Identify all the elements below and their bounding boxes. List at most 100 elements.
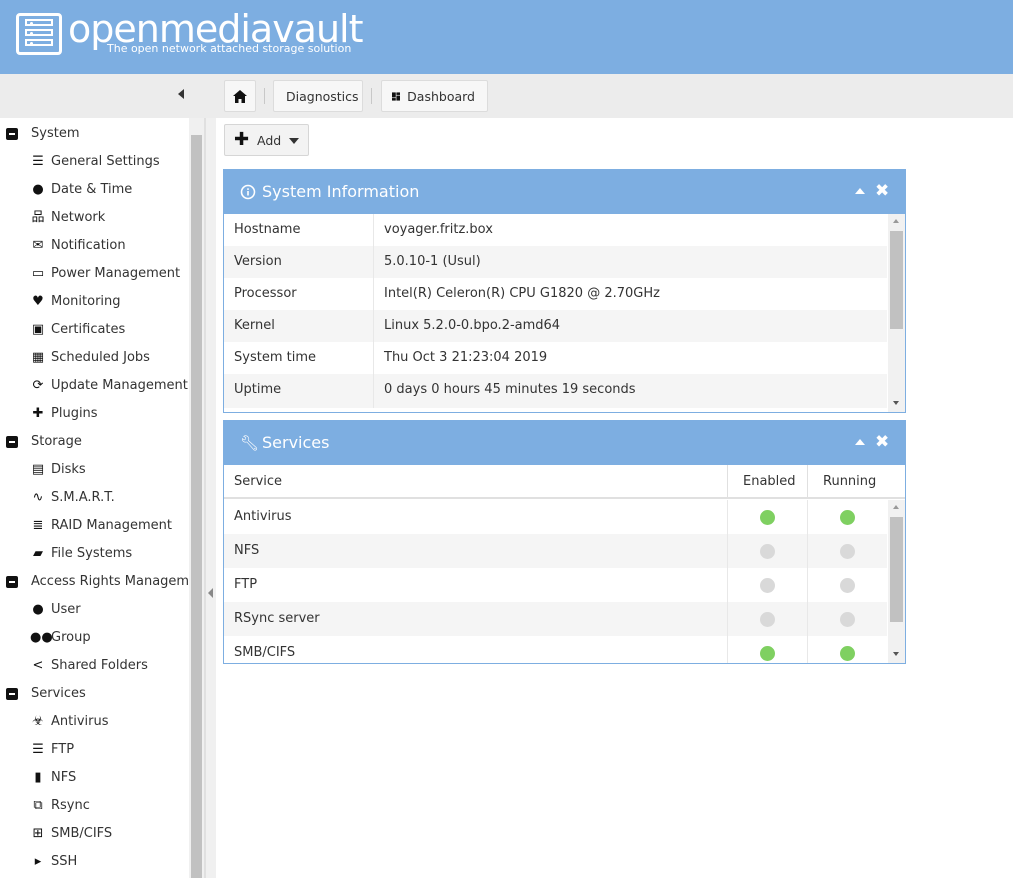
close-icon[interactable]: ✖ xyxy=(875,432,889,452)
table-row: Antivirus xyxy=(224,500,887,534)
plus-icon: ✚ xyxy=(234,129,250,150)
add-button-label: Add xyxy=(257,133,282,148)
enabled-status-dot xyxy=(760,612,775,627)
calendar-clock-icon: ▦ xyxy=(31,350,45,365)
scroll-up-icon[interactable] xyxy=(893,505,899,509)
sidebar-item-label: User xyxy=(51,602,81,617)
dashboard-icon xyxy=(392,91,401,101)
collapse-group-icon xyxy=(6,576,18,588)
sidebar-item-certificates[interactable]: ▣ Certificates xyxy=(0,316,189,344)
scrollbar-thumb[interactable] xyxy=(890,517,903,622)
nav-group-system[interactable]: System xyxy=(0,120,189,148)
sidebar-item-label: Rsync xyxy=(51,798,90,813)
services-widget: 🔧︎ Services ✖ Service Enabled Running An… xyxy=(223,420,906,664)
sidebar-item-label: Shared Folders xyxy=(51,658,148,673)
running-status-dot xyxy=(840,612,855,627)
table-row: FTP xyxy=(224,568,887,602)
row-key: System time xyxy=(234,350,316,365)
row-value: 5.0.10-1 (Usul) xyxy=(384,254,481,269)
scroll-down-icon[interactable] xyxy=(893,401,899,405)
column-header-running[interactable]: Running xyxy=(823,474,876,489)
sidebar-item-date-time[interactable]: ● Date & Time xyxy=(0,176,189,204)
sliders-icon: ☰ xyxy=(32,154,44,169)
breadcrumb-dashboard[interactable]: Dashboard xyxy=(381,80,488,112)
service-name: NFS xyxy=(234,543,260,558)
row-value: 0 days 0 hours 45 minutes 19 seconds xyxy=(384,382,636,397)
service-name: FTP xyxy=(234,577,258,592)
column-header-service[interactable]: Service xyxy=(234,474,282,489)
sidebar-item-user[interactable]: ● User xyxy=(0,596,189,624)
nfs-icon: ▮ xyxy=(34,770,42,785)
collapse-arrow-icon[interactable] xyxy=(208,588,213,598)
scrollbar-thumb[interactable] xyxy=(890,231,903,329)
chevron-down-icon xyxy=(289,138,299,144)
sidebar-item-nfs[interactable]: ▮ NFS xyxy=(0,764,189,792)
running-status-dot xyxy=(840,578,855,593)
pulse-icon: ∿ xyxy=(32,490,44,505)
close-icon[interactable]: ✖ xyxy=(875,181,889,201)
scroll-up-icon[interactable] xyxy=(893,219,899,223)
breadcrumb-separator xyxy=(264,88,265,104)
services-scrollbar[interactable] xyxy=(888,500,905,663)
breadcrumb-bar: Diagnostics Dashboard xyxy=(0,74,1013,118)
sidebar-item-file-systems[interactable]: ▰ File Systems xyxy=(0,540,189,568)
collapse-sidebar-icon[interactable] xyxy=(178,89,184,99)
service-name: SMB/CIFS xyxy=(234,645,296,660)
app-subtitle: The open network attached storage soluti… xyxy=(107,42,352,55)
nav-group-access-rights[interactable]: Access Rights Management xyxy=(0,568,189,596)
sidebar-item-label: FTP xyxy=(51,742,75,757)
envelope-icon: ✉ xyxy=(32,238,44,253)
system-info-scrollbar[interactable] xyxy=(888,214,905,412)
sidebar-item-network[interactable]: 品 Network xyxy=(0,204,189,232)
collapse-widget-icon[interactable] xyxy=(855,188,865,194)
sidebar-item-smb-cifs[interactable]: ⊞ SMB/CIFS xyxy=(0,820,189,848)
table-row: Hostname voyager.fritz.box xyxy=(224,214,887,246)
sidebar-item-notification[interactable]: ✉ Notification xyxy=(0,232,189,260)
sidebar-item-smart[interactable]: ∿ S.M.A.R.T. xyxy=(0,484,189,512)
collapse-widget-icon[interactable] xyxy=(855,439,865,445)
sidebar-item-update-management[interactable]: ⟳ Update Management xyxy=(0,372,189,400)
sidebar-item-label: Notification xyxy=(51,238,126,253)
sidebar-item-group[interactable]: ●● Group xyxy=(0,624,189,652)
running-status-dot xyxy=(840,646,855,661)
enabled-status-dot xyxy=(760,578,775,593)
sidebar-item-rsync[interactable]: ⧉ Rsync xyxy=(0,792,189,820)
server-icon: ☰ xyxy=(32,742,44,757)
row-value: voyager.fritz.box xyxy=(384,222,493,237)
nav-group-storage[interactable]: Storage xyxy=(0,428,189,456)
network-icon: 品 xyxy=(31,210,45,225)
scroll-down-icon[interactable] xyxy=(893,652,899,656)
sidebar-item-monitoring[interactable]: ♥ Monitoring xyxy=(0,288,189,316)
sidebar-item-label: Certificates xyxy=(51,322,126,337)
home-button[interactable] xyxy=(224,80,256,112)
sidebar-item-label: SSH xyxy=(51,854,78,869)
sidebar-item-raid-management[interactable]: ≣ RAID Management xyxy=(0,512,189,540)
sidebar-item-general-settings[interactable]: ☰ General Settings xyxy=(0,148,189,176)
sidebar-item-ftp[interactable]: ☰ FTP xyxy=(0,736,189,764)
widget-header: 🔧︎ Services ✖ xyxy=(224,421,905,465)
column-header-enabled[interactable]: Enabled xyxy=(743,474,796,489)
widget-title: Services xyxy=(262,433,330,452)
row-value: Thu Oct 3 21:23:04 2019 xyxy=(384,350,548,365)
enabled-status-dot xyxy=(760,510,775,525)
sidebar-item-label: RAID Management xyxy=(51,518,173,533)
breadcrumb-diagnostics[interactable]: Diagnostics xyxy=(273,80,363,112)
database-icon: ≣ xyxy=(32,518,44,533)
sidebar-item-disks[interactable]: ▤ Disks xyxy=(0,456,189,484)
sidebar-item-scheduled-jobs[interactable]: ▦ Scheduled Jobs xyxy=(0,344,189,372)
biohazard-icon: ☣ xyxy=(32,714,44,729)
sidebar-item-shared-folders[interactable]: < Shared Folders xyxy=(0,652,189,680)
table-header: Service Enabled Running xyxy=(224,465,905,499)
sidebar-item-plugins[interactable]: ✚ Plugins xyxy=(0,400,189,428)
sidebar-item-ssh[interactable]: ▸ SSH xyxy=(0,848,189,876)
windows-icon: ⊞ xyxy=(32,826,44,841)
add-widget-button[interactable]: ✚ Add xyxy=(224,124,309,156)
sidebar-splitter[interactable] xyxy=(206,118,216,878)
folders-icon: ▰ xyxy=(33,546,43,561)
row-value: Linux 5.2.0-0.bpo.2-amd64 xyxy=(384,318,561,333)
sidebar-scrollbar-thumb[interactable] xyxy=(191,135,202,878)
sidebar-item-antivirus[interactable]: ☣ Antivirus xyxy=(0,708,189,736)
sidebar-item-power-management[interactable]: ▭ Power Management xyxy=(0,260,189,288)
nav-group-services[interactable]: Services xyxy=(0,680,189,708)
row-key: Uptime xyxy=(234,382,282,397)
